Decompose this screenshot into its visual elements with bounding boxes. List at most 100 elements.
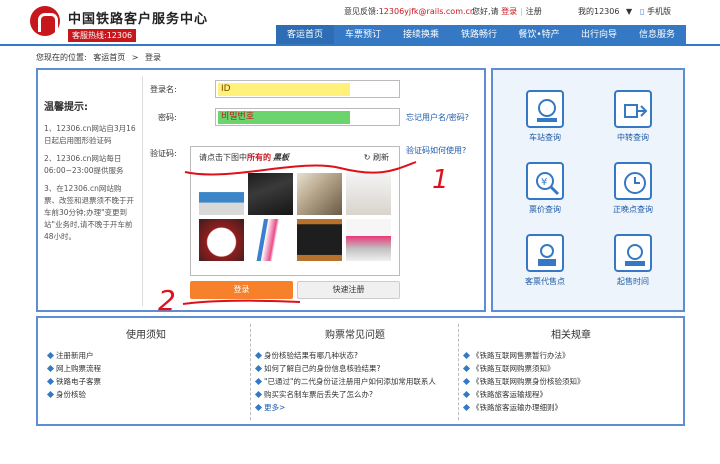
quick-transfer-query[interactable]: 中转查询 [603,90,663,143]
captcha-image-books[interactable] [297,173,342,215]
info-link[interactable]: 《铁路旅客运输规程》 [462,388,680,401]
info-link[interactable]: 注册新用户 [46,349,246,362]
quick-station-query[interactable]: 车站查询 [515,90,575,143]
tip-item: 2、12306.cn网站每日06:00~23:00提供服务 [44,154,124,175]
tip-item: 3、在12306.cn网站购票、改签和退票须不晚于开车前30分钟;办理"变更到站… [44,184,134,241]
mobile-link[interactable]: ▯ 手机版 [640,6,671,17]
quick-register-button[interactable]: 快速注册 [297,281,400,299]
breadcrumb: 您现在的位置: 客运首页 > 登录 [36,52,165,63]
nav-item-railway-pass[interactable]: 铁路畅行 [450,25,508,45]
captcha-image-gray[interactable] [346,173,391,215]
quick-label: 正晚点查询 [613,205,653,214]
breadcrumb-sep: > [131,53,139,62]
quick-label: 起售时间 [617,277,649,286]
feedback-label: 意见反馈: [344,7,379,16]
top-register-link[interactable]: 注册 [526,7,542,16]
username-value: ID [218,83,350,96]
nav-item-info-service[interactable]: 信息服务 [628,25,686,45]
railway-logo-icon [30,6,60,36]
captcha-instruction-bold: 所有的 [247,153,271,162]
info-link[interactable]: 如何了解自己的身份信息核验结果? [254,362,456,375]
info-column-title: 购票常见问题 [325,330,385,341]
username-label: 登录名: [150,85,177,94]
refresh-icon: ↻ [363,153,371,162]
info-column-usage: 使用须知 注册新用户 网上购票流程 铁路电子客票 身份核验 [46,318,246,424]
brand-logo[interactable]: 中国铁路客户服务中心 客服热线:12306 [30,6,230,42]
top-login-link[interactable]: 登录 [501,7,517,16]
sale-time-icon [614,234,652,272]
captcha-image-bottle-cap[interactable] [199,219,244,261]
more-link[interactable]: 更多> [254,401,456,414]
info-link[interactable]: 身份核验 [46,388,246,401]
info-link[interactable]: 《铁路互联网购票身份核验须知》 [462,375,680,388]
nav-item-transfer[interactable]: 接续换乘 [392,25,450,45]
info-link[interactable]: 《铁路互联网购票须知》 [462,362,680,375]
transfer-icon [614,90,652,128]
info-divider [458,324,459,420]
info-link[interactable]: "已通过"的二代身份证注册用户如何添加常用联系人 [254,375,456,388]
quick-delay-query[interactable]: 正晚点查询 [603,162,663,215]
info-column-title: 使用须知 [126,330,166,341]
svg-text:¥: ¥ [541,177,547,188]
tips-box: 温馨提示: 1、12306.cn网站自3月16日起启用图形验证码 2、12306… [44,98,136,249]
info-column-regulations: 相关规章 《铁路互联网售票暂行办法》 《铁路互联网购票须知》 《铁路互联网购票身… [462,318,680,424]
breadcrumb-current: 登录 [145,53,162,62]
info-link[interactable]: 购买实名制车票后丢失了怎么办? [254,388,456,401]
nav-item-home[interactable]: 客运首页 [276,25,334,45]
nav-item-travel-guide[interactable]: 出行向导 [570,25,628,45]
breadcrumb-prefix: 您现在的位置: [36,53,87,62]
info-column-faq: 购票常见问题 身份核验结果有哪几种状态? 如何了解自己的身份信息核验结果? "已… [254,318,456,424]
captcha-image-mop-bucket[interactable] [199,173,244,215]
nav-item-booking[interactable]: 车票预订 [334,25,392,45]
main-nav: 客运首页 车票预订 接续换乘 铁路畅行 餐饮•特产 出行向导 信息服务 [276,25,686,45]
breadcrumb-home[interactable]: 客运首页 [93,53,125,62]
quick-label: 中转查询 [617,133,649,142]
clock-icon [614,162,652,200]
info-link[interactable]: 网上购票流程 [46,362,246,375]
mobile-label: 手机版 [646,7,671,16]
password-label: 密码: [158,113,177,122]
password-input[interactable]: 비밀번호 [215,108,400,126]
captcha-image-pens[interactable] [248,219,293,261]
captcha-refresh-label: 刷新 [373,153,389,162]
info-link[interactable]: 《铁路旅客运输办理细则》 [462,401,680,414]
agency-icon [526,234,564,272]
info-section: 使用须知 注册新用户 网上购票流程 铁路电子客票 身份核验 购票常见问题 身份核… [36,316,685,426]
ticket-price-icon: ¥ [526,162,564,200]
username-input[interactable]: ID [215,80,400,98]
phone-icon: ▯ [640,7,645,16]
quick-agency-query[interactable]: 客票代售点 [515,234,575,287]
tips-title: 温馨提示: [44,102,88,113]
hotline-badge: 客服热线:12306 [68,29,137,42]
greeting-text: 您好,请 [472,7,499,16]
chevron-down-icon: ▼ [626,7,633,16]
captcha-instruction-prefix: 请点击下图中 [199,153,247,162]
feedback-email-link[interactable]: 12306yjfk@rails.com.cn [379,7,475,16]
login-button[interactable]: 登录 [190,281,293,299]
quick-price-query[interactable]: ¥ 票价查询 [515,162,575,215]
password-value: 비밀번호 [218,111,350,124]
captcha-instruction: 请点击下图中所有的 黑板 [199,152,289,163]
quick-sale-time[interactable]: 起售时间 [603,234,663,287]
captcha-image-mop[interactable] [346,219,391,261]
quick-label: 票价查询 [529,205,561,214]
captcha-refresh-button[interactable]: ↻ 刷新 [364,152,389,163]
forgot-password-link[interactable]: 忘记用户名/密码? [406,112,469,123]
captcha-label: 验证码: [150,149,177,158]
captcha-image-blackboard[interactable] [297,219,342,261]
captcha-box: 请点击下图中所有的 黑板 ↻ 刷新 [190,146,400,276]
info-link[interactable]: 《铁路互联网售票暂行办法》 [462,349,680,362]
my12306-label: 我的12306 [578,7,620,16]
info-column-title: 相关规章 [551,330,591,341]
quick-label: 客票代售点 [525,277,565,286]
captcha-image-dark-board[interactable] [248,173,293,215]
brand-title: 中国铁路客户服务中心 [68,12,209,27]
panel-divider [142,76,143,306]
feedback-area: 意见反馈:12306yjfk@rails.com.cn [344,6,475,17]
nav-item-food[interactable]: 餐饮•特产 [508,25,570,45]
info-link[interactable]: 身份核验结果有哪几种状态? [254,349,456,362]
tip-item: 1、12306.cn网站自3月16日起启用图形验证码 [44,124,136,145]
captcha-help-link[interactable]: 验证码如何使用? [406,145,466,156]
info-link[interactable]: 铁路电子客票 [46,375,246,388]
my12306-menu[interactable]: 我的12306 ▼ [578,6,632,17]
